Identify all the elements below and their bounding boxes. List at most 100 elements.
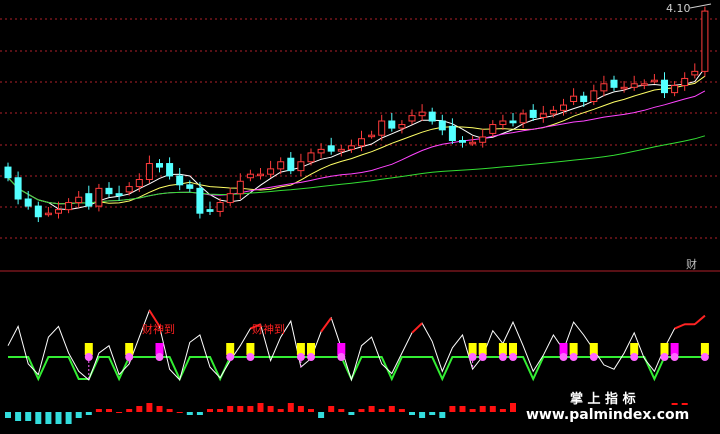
signal-label-2: 财神到 (252, 322, 285, 336)
candle-body[interactable] (378, 120, 386, 136)
signal-marker[interactable] (498, 353, 507, 361)
signal-marker[interactable] (660, 353, 669, 361)
histogram-bar (166, 409, 173, 412)
candle-body[interactable] (691, 70, 699, 76)
stock-chart[interactable]: 4.10 财 财神到 财神到 掌 上 指 标 www.palmindex.com (0, 0, 720, 434)
candle-body[interactable] (246, 173, 254, 179)
signal-marker[interactable] (155, 353, 164, 361)
candle-body[interactable] (570, 95, 578, 102)
candle-body[interactable] (479, 136, 487, 143)
candle-body[interactable] (408, 115, 416, 122)
signal-marker[interactable] (559, 353, 568, 361)
candle-body[interactable] (347, 145, 355, 150)
candle-body[interactable] (206, 209, 214, 212)
signal-marker[interactable] (125, 353, 134, 361)
candle-body[interactable] (610, 79, 618, 88)
histogram-bar (449, 406, 456, 412)
candle-body[interactable] (428, 111, 436, 122)
candle-body[interactable] (186, 184, 194, 189)
candle-body[interactable] (671, 85, 679, 94)
signal-marker[interactable] (589, 353, 598, 361)
candle-body[interactable] (459, 140, 466, 143)
candle-body[interactable] (176, 175, 184, 186)
histogram-bar (25, 412, 32, 421)
candle-body[interactable] (24, 198, 32, 207)
candle-body[interactable] (307, 152, 315, 163)
candle-body[interactable] (44, 212, 52, 216)
signal-marker[interactable] (509, 353, 517, 361)
candle-body[interactable] (661, 79, 668, 94)
candle-body[interactable] (135, 179, 143, 188)
candle-body[interactable] (681, 77, 689, 87)
candle-body[interactable] (418, 111, 426, 117)
candle-body[interactable] (226, 193, 234, 204)
candle-body[interactable] (166, 163, 174, 177)
candle-body[interactable] (489, 124, 497, 134)
candle-body[interactable] (156, 163, 163, 168)
signal-marker[interactable] (670, 353, 679, 361)
candle-body[interactable] (55, 209, 62, 214)
candle-body[interactable] (600, 83, 608, 92)
candle-body[interactable] (539, 113, 547, 118)
ma20-line (7, 90, 706, 205)
candle-body[interactable] (125, 186, 133, 193)
candle-body[interactable] (388, 120, 396, 129)
candle-body[interactable] (216, 202, 224, 212)
signal-marker[interactable] (307, 353, 315, 361)
candle-body[interactable] (509, 120, 517, 124)
candle-body[interactable] (701, 10, 709, 72)
candle-body[interactable] (580, 95, 588, 102)
candle-body[interactable] (549, 109, 557, 115)
candle-body[interactable] (75, 196, 83, 204)
candle-body[interactable] (650, 79, 658, 83)
candle-body[interactable] (14, 177, 22, 200)
candle-body[interactable] (560, 104, 567, 111)
candle-body[interactable] (145, 163, 153, 181)
signal-marker[interactable] (296, 353, 305, 361)
candle-body[interactable] (590, 90, 598, 103)
signal-marker[interactable] (569, 353, 578, 361)
signal-marker[interactable] (246, 353, 255, 361)
signal-marker[interactable] (478, 353, 487, 361)
candlesticks[interactable] (4, 6, 709, 223)
candle-body[interactable] (34, 205, 42, 218)
candle-body[interactable] (196, 187, 204, 214)
candle-body[interactable] (317, 148, 325, 154)
histogram-bar (378, 409, 385, 412)
candle-body[interactable] (277, 161, 285, 170)
candle-body[interactable] (257, 173, 264, 177)
candle-body[interactable] (630, 83, 638, 88)
signal-marker[interactable] (630, 353, 639, 361)
candle-body[interactable] (4, 166, 12, 179)
candle-body[interactable] (95, 187, 103, 207)
signal-marker[interactable] (84, 353, 93, 361)
candle-body[interactable] (499, 120, 507, 126)
candle-body[interactable] (529, 109, 537, 118)
candle-body[interactable] (438, 120, 446, 131)
candle-body[interactable] (297, 161, 305, 172)
signal-marker[interactable] (468, 353, 477, 361)
candle-body[interactable] (105, 187, 113, 195)
candle-body[interactable] (398, 124, 406, 129)
candle-body[interactable] (65, 202, 73, 211)
candle-body[interactable] (448, 125, 456, 142)
candle-body[interactable] (469, 141, 477, 145)
candle-body[interactable] (327, 145, 335, 152)
candle-body[interactable] (358, 138, 365, 147)
candle-body[interactable] (115, 193, 123, 196)
candle-body[interactable] (85, 193, 93, 207)
candle-body[interactable] (287, 157, 295, 172)
candle-body[interactable] (519, 113, 527, 124)
candle-body[interactable] (640, 83, 648, 86)
candle-body[interactable] (267, 168, 275, 175)
candle-body[interactable] (236, 180, 244, 195)
oscillator-hot-segment (411, 322, 423, 334)
candle-body[interactable] (368, 134, 376, 138)
histogram-bar (5, 412, 11, 418)
candle-body[interactable] (620, 86, 628, 90)
signal-marker[interactable] (226, 353, 235, 361)
histogram-bar (186, 412, 193, 415)
candle-body[interactable] (337, 148, 345, 152)
signal-marker[interactable] (337, 353, 346, 361)
signal-marker[interactable] (700, 353, 709, 361)
